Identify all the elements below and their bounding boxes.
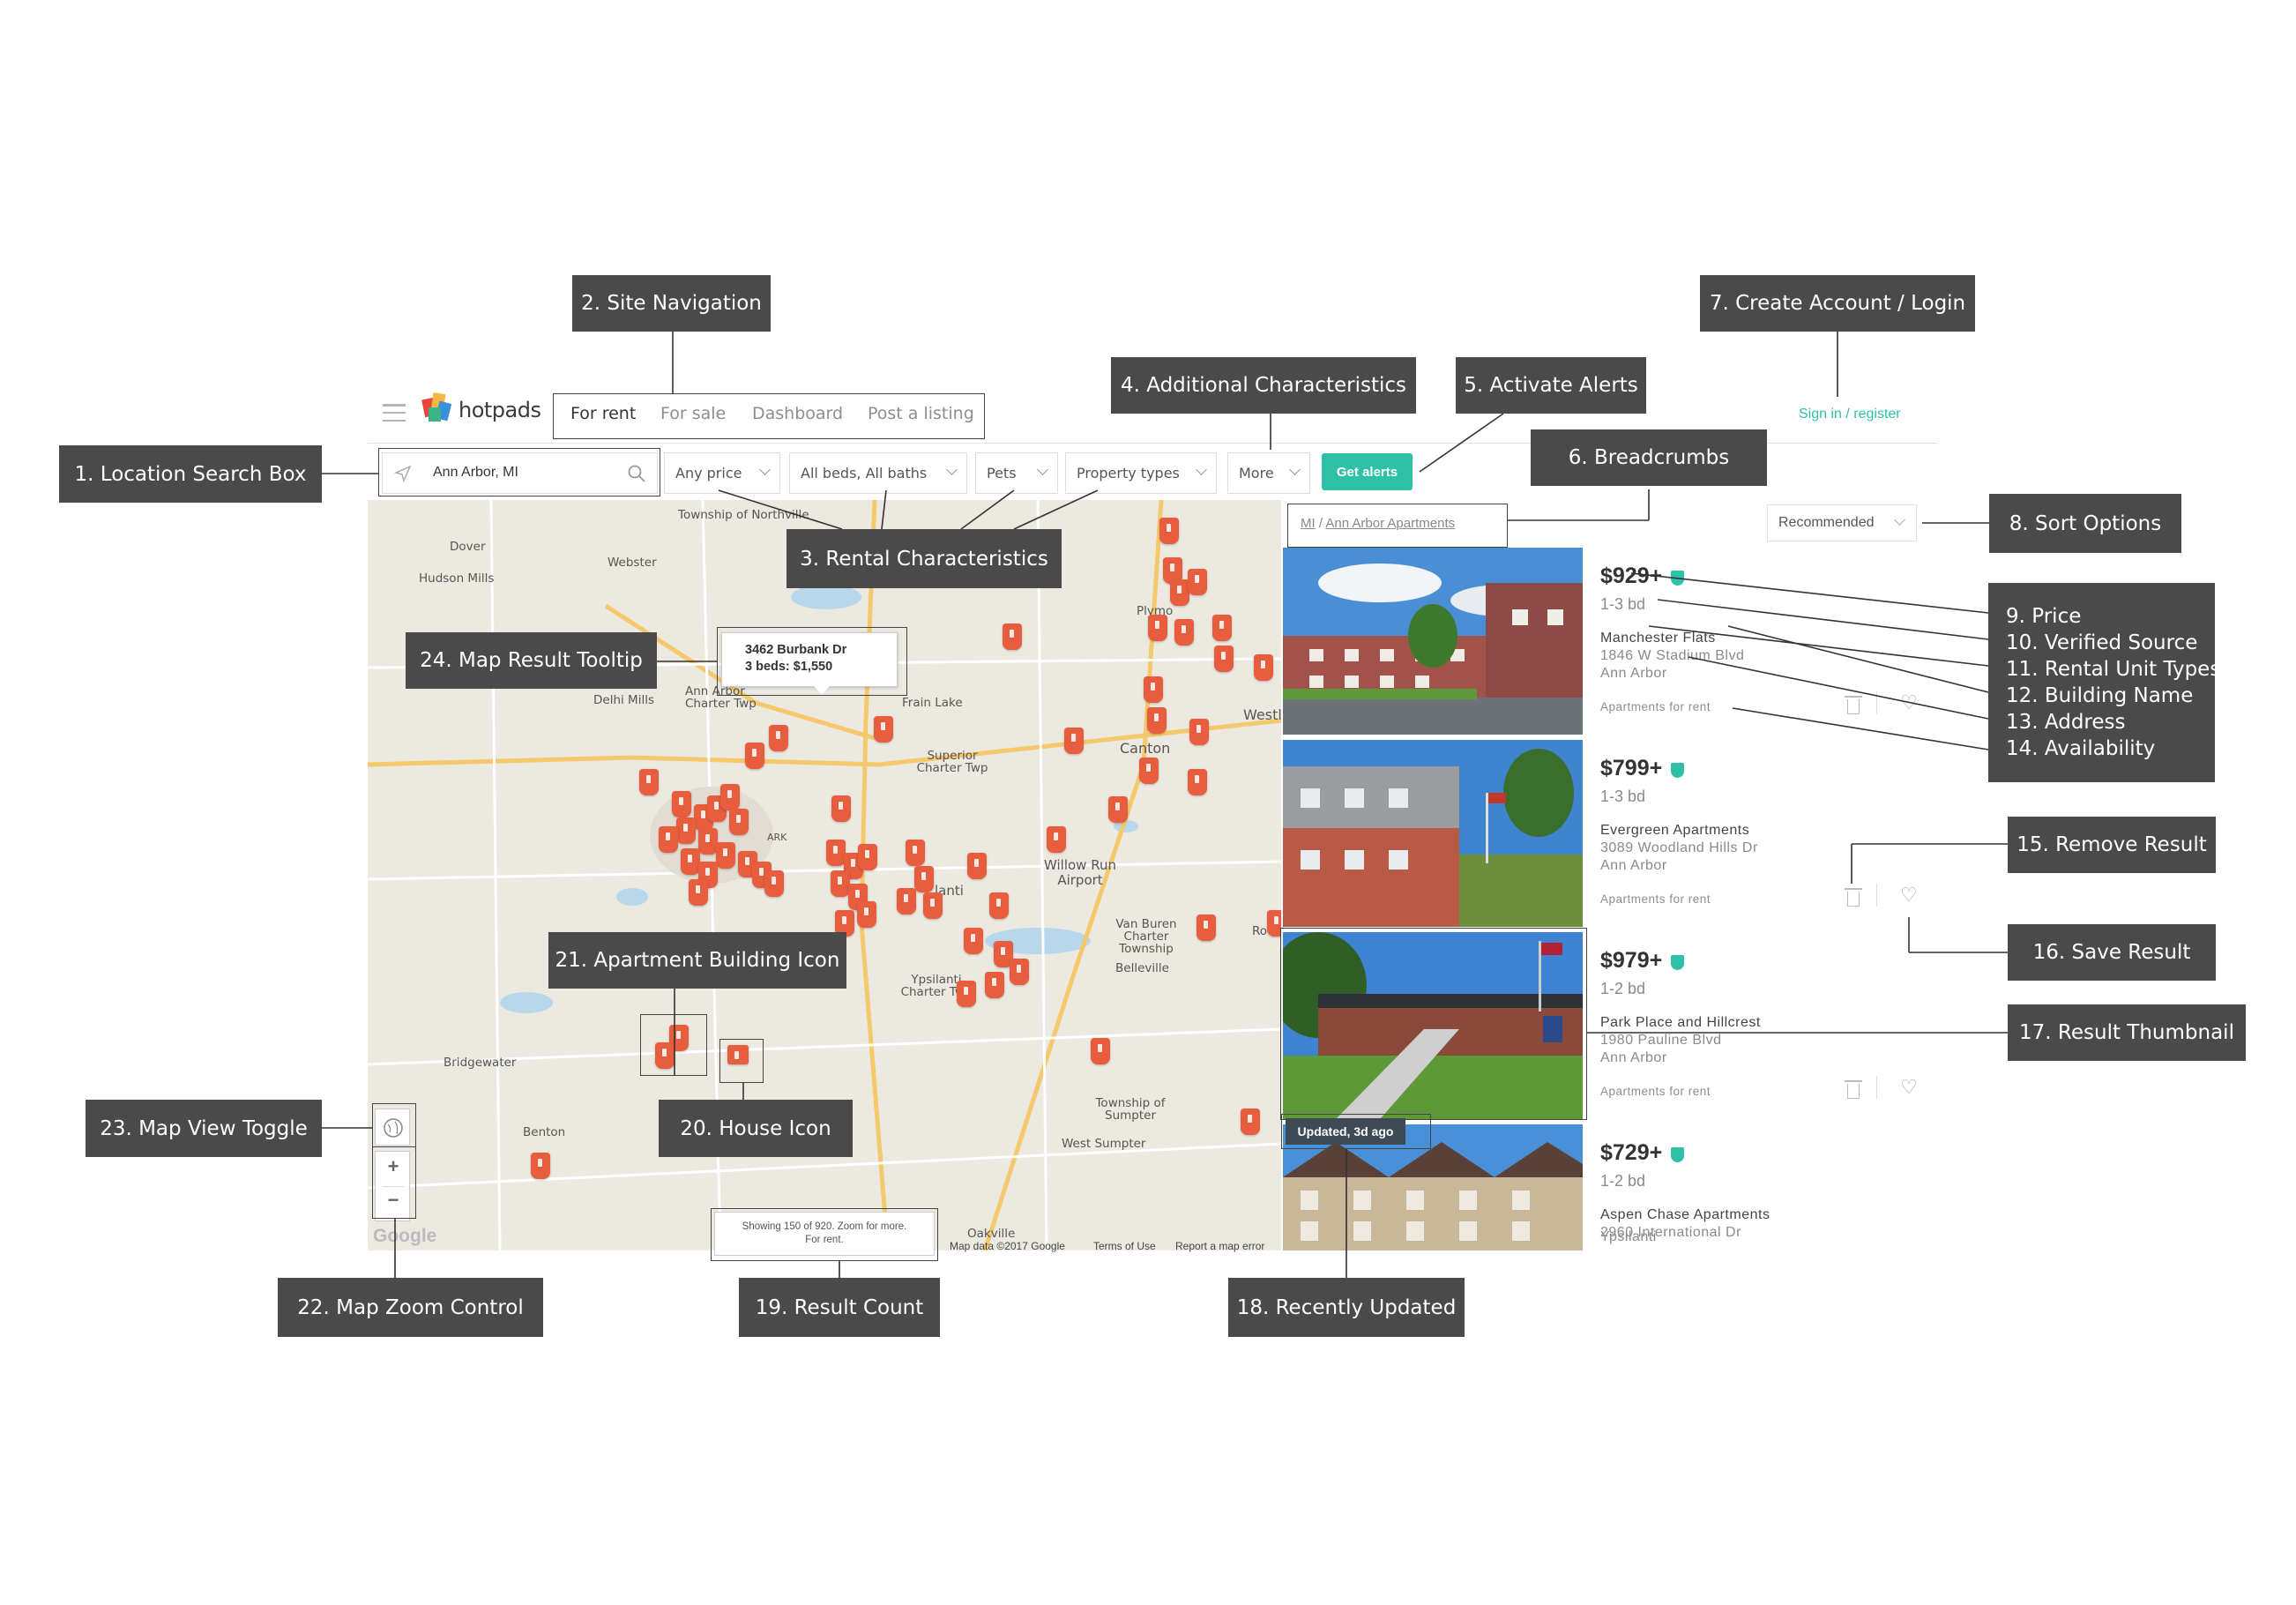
callout-activate-alerts: 5. Activate Alerts bbox=[1456, 357, 1646, 414]
callout-map-zoom: 22. Map Zoom Control bbox=[278, 1278, 543, 1337]
callout-result-thumbnail: 17. Result Thumbnail bbox=[2008, 1004, 2246, 1061]
callout-site-navigation: 2. Site Navigation bbox=[572, 275, 771, 332]
callout-save-result: 16. Save Result bbox=[2008, 924, 2216, 981]
callout-address: 13. Address bbox=[2006, 711, 2126, 734]
callout-map-view-toggle: 23. Map View Toggle bbox=[86, 1100, 322, 1157]
callout-price: 9. Price bbox=[2006, 605, 2082, 628]
callout-create-account: 7. Create Account / Login bbox=[1700, 275, 1975, 332]
callout-location-search: 1. Location Search Box bbox=[59, 445, 322, 503]
callout-breadcrumbs: 6. Breadcrumbs bbox=[1531, 429, 1767, 486]
callout-recently-updated: 18. Recently Updated bbox=[1228, 1278, 1465, 1337]
callout-leader-lines bbox=[322, 332, 2008, 1278]
callout-sort-options: 8. Sort Options bbox=[1989, 494, 2181, 553]
callout-building-name: 12. Building Name bbox=[2006, 684, 2194, 707]
callout-result-count: 19. Result Count bbox=[739, 1278, 940, 1337]
callout-verified-source: 10. Verified Source bbox=[2006, 631, 2198, 654]
callout-remove-result: 15. Remove Result bbox=[2008, 817, 2216, 873]
callout-house-icon: 20. House Icon bbox=[659, 1100, 853, 1157]
callout-additional-characteristics: 4. Additional Characteristics bbox=[1111, 357, 1416, 414]
callout-apartment-icon: 21. Apartment Building Icon bbox=[548, 932, 846, 989]
callout-rental-characteristics: 3. Rental Characteristics bbox=[786, 529, 1062, 588]
callout-map-tooltip: 24. Map Result Tooltip bbox=[406, 632, 657, 689]
callout-rental-unit-types: 11. Rental Unit Types bbox=[2006, 658, 2221, 681]
callout-availability: 14. Availability bbox=[2006, 737, 2156, 760]
callout-result-details: 9. Price 10. Verified Source 11. Rental … bbox=[1988, 583, 2220, 782]
